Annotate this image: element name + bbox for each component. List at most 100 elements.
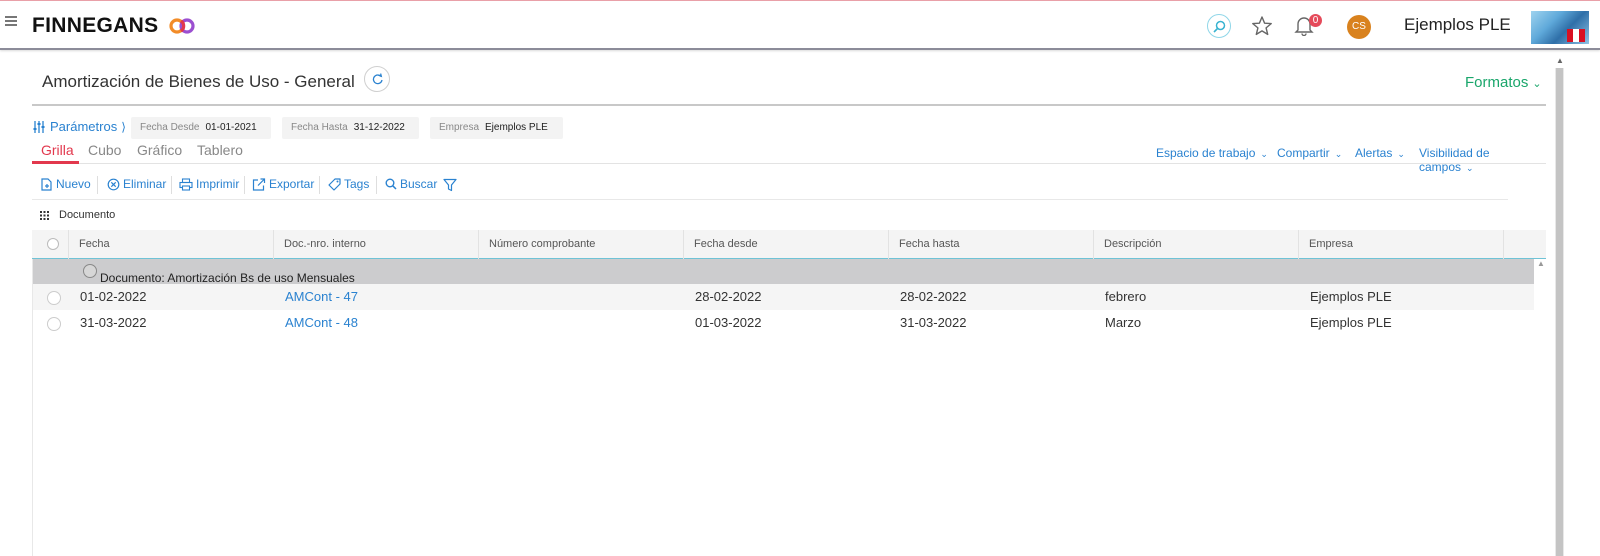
group-header-row[interactable]: Documento: Amortización Bs de uso Mensua… (33, 259, 1534, 285)
brand-co-logo-icon (169, 18, 195, 34)
filter-icon[interactable] (443, 178, 457, 192)
chevron-right-icon: ⟩ (121, 119, 126, 134)
cell-fecha: 31-03-2022 (80, 315, 147, 330)
buscar-button[interactable]: Buscar (385, 177, 437, 191)
peru-flag-icon (1567, 29, 1585, 42)
chevron-down-icon: ⌄ (1532, 78, 1542, 90)
page-scroll-up-arrow-icon[interactable]: ▲ (1556, 56, 1564, 65)
report-panel: Amortización de Bienes de Uso - General … (32, 52, 1546, 556)
active-tab-indicator (32, 161, 79, 164)
menu-label: Compartir (1277, 146, 1330, 160)
param-value: 31-12-2022 (353, 122, 405, 133)
parametros-link[interactable]: Parámetros ⟩ (32, 119, 126, 134)
espacio-de-trabajo-menu[interactable]: Espacio de trabajo ⌄ (1156, 146, 1268, 160)
refresh-button[interactable] (364, 66, 390, 92)
group-by-label: Documento (59, 209, 116, 221)
select-all-checkbox[interactable] (47, 238, 59, 250)
chevron-down-icon: ⌄ (1334, 149, 1343, 159)
compartir-menu[interactable]: Compartir ⌄ (1277, 146, 1342, 160)
toolbar-divider (376, 176, 377, 194)
cell-descripcion: febrero (1105, 289, 1147, 304)
param-label: Fecha Hasta (291, 122, 348, 133)
table-row[interactable]: 01-02-2022 AMCont - 47 28-02-2022 28-02-… (33, 284, 1534, 310)
alertas-menu[interactable]: Alertas ⌄ (1355, 146, 1405, 160)
cell-fecha: 01-02-2022 (80, 289, 147, 304)
eliminar-button[interactable]: Eliminar (107, 177, 166, 191)
nuevo-button[interactable]: Nuevo (40, 177, 91, 191)
exportar-button[interactable]: Exportar (252, 177, 314, 191)
printer-icon (179, 177, 193, 191)
column-header-empresa[interactable]: Empresa (1299, 230, 1504, 259)
param-label: Fecha Desde (140, 122, 200, 133)
company-selector[interactable]: Ejemplos PLE (1404, 15, 1511, 35)
grid-scroll-up-arrow-icon[interactable]: ▲ (1537, 259, 1545, 268)
toolbar-divider (97, 176, 98, 194)
cell-numero-comprobante (480, 310, 490, 336)
page-title: Amortización de Bienes de Uso - General (42, 72, 355, 91)
search-icon (1213, 20, 1226, 33)
toolbar-divider (244, 176, 245, 194)
column-header-fecha[interactable]: Fecha (69, 230, 274, 259)
buscar-label: Buscar (400, 177, 438, 191)
row-select-checkbox[interactable] (47, 291, 61, 305)
exportar-label: Exportar (269, 177, 315, 191)
column-header-fecha-hasta[interactable]: Fecha hasta (889, 230, 1094, 259)
tab-grilla[interactable]: Grilla (41, 142, 74, 158)
page-scrollbar[interactable] (1555, 68, 1564, 556)
parametros-label: Parámetros (50, 119, 118, 134)
top-bar: FINNEGANS 0 CS Ejemplos PLE (0, 0, 1600, 50)
search-icon (385, 178, 397, 190)
cell-fecha-hasta: 28-02-2022 (900, 289, 967, 304)
refresh-icon (372, 73, 383, 85)
title-divider (32, 104, 1546, 106)
group-select-checkbox[interactable] (83, 264, 97, 278)
cell-descripcion: Marzo (1105, 315, 1142, 330)
cell-fecha-desde: 28-02-2022 (695, 289, 762, 304)
menu-label: Espacio de trabajo (1156, 146, 1256, 160)
param-fecha-hasta[interactable]: Fecha Hasta 31-12-2022 (282, 117, 419, 139)
cell-doc-link[interactable]: AMCont - 48 (275, 310, 358, 336)
cell-doc-link[interactable]: AMCont - 47 (275, 284, 358, 310)
grid-header: Fecha Doc.-nro. interno Número comproban… (32, 230, 1546, 259)
tab-tablero[interactable]: Tablero (197, 142, 243, 158)
column-header-numero-comprobante[interactable]: Número comprobante (479, 230, 684, 259)
tags-button[interactable]: Tags (328, 177, 369, 191)
favorites-star-icon[interactable] (1251, 15, 1273, 37)
param-value: Ejemplos PLE (485, 122, 548, 133)
formatos-dropdown[interactable]: Formatos ⌄ (1465, 74, 1542, 91)
eliminar-label: Eliminar (123, 177, 167, 191)
tab-grafico[interactable]: Gráfico (137, 142, 182, 158)
cell-empresa: Ejemplos PLE (1310, 315, 1392, 330)
chevron-down-icon: ⌄ (1260, 149, 1268, 159)
delete-circle-icon (107, 178, 120, 190)
row-select-checkbox[interactable] (47, 317, 61, 331)
column-header-descripcion[interactable]: Descripción (1094, 230, 1299, 259)
hamburger-menu-icon[interactable] (5, 16, 17, 28)
group-header-label: Documento: Amortización Bs de uso Mensua… (100, 271, 355, 285)
formatos-label: Formatos (1465, 74, 1529, 91)
param-label: Empresa (439, 122, 480, 133)
company-banner-image (1531, 11, 1589, 44)
grid-dots-icon (40, 210, 49, 220)
column-header-fecha-desde[interactable]: Fecha desde (684, 230, 889, 259)
user-avatar[interactable]: CS (1347, 15, 1371, 39)
tab-cubo[interactable]: Cubo (88, 142, 121, 158)
param-empresa[interactable]: Empresa Ejemplos PLE (430, 117, 563, 139)
imprimir-button[interactable]: Imprimir (179, 177, 239, 191)
scrollbar-thumb[interactable] (1556, 68, 1563, 556)
group-by-chip[interactable]: Documento (40, 209, 115, 221)
tags-label: Tags (344, 177, 370, 191)
brand-logo[interactable]: FINNEGANS (32, 14, 158, 38)
notifications-badge: 0 (1309, 14, 1322, 27)
grid-toolbar: Nuevo Eliminar Imprimir Exportar Tags Bu… (32, 170, 1508, 200)
toolbar-divider (319, 176, 320, 194)
param-fecha-desde[interactable]: Fecha Desde 01-01-2021 (131, 117, 271, 139)
column-header-doc-nro-interno[interactable]: Doc.-nro. interno (274, 230, 479, 259)
cell-fecha-desde: 01-03-2022 (695, 315, 762, 330)
sliders-icon (33, 120, 45, 133)
global-search-button[interactable] (1207, 14, 1231, 38)
table-row[interactable]: 31-03-2022 AMCont - 48 01-03-2022 31-03-… (33, 310, 1534, 336)
new-document-icon (41, 177, 52, 191)
tag-icon (328, 177, 341, 191)
export-icon (252, 177, 266, 191)
